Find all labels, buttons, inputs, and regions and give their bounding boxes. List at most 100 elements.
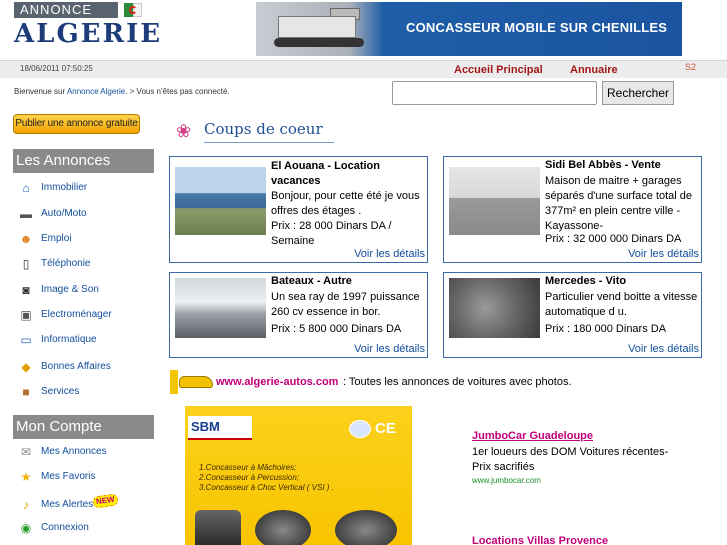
car-promo-icon (170, 370, 214, 394)
envelope-icon: ✉ (20, 445, 32, 459)
star-icon: ★ (20, 470, 32, 484)
computer-icon: ▭ (20, 333, 32, 347)
card-details-link[interactable]: Voir les détails (628, 248, 699, 260)
sidebar-item-label: Bonnes Affaires (41, 361, 111, 372)
logo-word-algerie: ALGERIE (14, 19, 163, 49)
sidebar-item-mes-alertes[interactable]: ♪ Mes Alertes NEW (18, 493, 153, 515)
card-title: El Aouana - Location vacances (271, 160, 380, 187)
algerie-autos-link[interactable]: www.algerie-autos.com (216, 376, 338, 388)
sidebar-item-label: Immobilier (41, 182, 88, 193)
house-icon: ⌂ (22, 181, 30, 195)
sidebar-item-label: Mes Annonces (41, 446, 107, 457)
sidebar-item-mes-annonces[interactable]: ✉ Mes Annonces (18, 442, 153, 462)
sbm-logo: SBM (188, 416, 252, 440)
sidebar-item-informatique[interactable]: ▭ Informatique (18, 330, 153, 350)
box-icon: ■ (22, 385, 30, 399)
new-badge: NEW (92, 493, 119, 509)
card-description: Bonjour, pour cette été je vous offres d… (271, 190, 420, 217)
sidebar-item-label: Electroménager (41, 309, 112, 320)
featured-card[interactable]: Bateaux - Autre Un sea ray de 1997 puiss… (169, 272, 428, 358)
featured-card[interactable]: Sidi Bel Abbès - Vente Maison de maitre … (443, 156, 702, 263)
card-price: Prix : 5 800 000 Dinars DA (271, 323, 402, 335)
sidebar-item-image-son[interactable]: ◙ Image & Son (18, 280, 153, 300)
sidebar-item-telephonie[interactable]: ▯ Téléphonie (18, 254, 153, 274)
login-icon: ◉ (20, 521, 32, 535)
search-input[interactable] (392, 81, 597, 105)
crusher-image (195, 510, 241, 545)
publish-ad-button[interactable]: Publier une annonce gratuite (13, 114, 140, 134)
sidebar-item-label: Image & Son (41, 284, 99, 295)
sidebar-item-label: Mes Alertes (41, 499, 94, 510)
card-price: Prix : 180 000 Dinars DA (545, 323, 667, 335)
top-bar: 18/06/2011 07:50:25 Accueil Principal An… (0, 60, 727, 78)
jumbocar-ad-text: Prix sacrifiés (472, 461, 535, 473)
jumbocar-ad-title[interactable]: JumboCar Guadeloupe (472, 430, 593, 442)
sidebar-item-mes-favoris[interactable]: ★ Mes Favoris (18, 467, 153, 487)
sidebar-heading-annonces: Les Annonces (13, 149, 154, 173)
card-title: Mercedes - Vito (545, 275, 627, 287)
card-thumbnail (175, 278, 266, 338)
crusher-machine-image (270, 8, 374, 50)
search-button[interactable]: Rechercher (602, 81, 674, 105)
appliance-icon: ▣ (20, 308, 32, 322)
site-logo[interactable]: ANNONCE ALGERIE (14, 2, 163, 49)
bell-icon: ♪ (23, 498, 29, 512)
card-price: Prix : 32 000 000 Dinars DA (545, 233, 682, 245)
sbm-product-line: 2.Concasseur à Percussion; (199, 473, 300, 482)
jumbocar-ad-url[interactable]: www.jumbocar.com (472, 476, 541, 485)
person-icon: ☻ (19, 232, 33, 246)
sbm-product-line: 1.Concasseur à Mâchoires; (199, 463, 297, 472)
sidebar-item-immobilier[interactable]: ⌂ Immobilier (18, 178, 153, 198)
welcome-message: Bienvenue sur Annonce Algerie. > Vous n'… (14, 87, 230, 96)
sidebar-item-label: Emploi (41, 233, 72, 244)
tag-icon: ◆ (21, 360, 31, 374)
sidebar-item-label: Connexion (41, 522, 89, 533)
sidebar-item-auto-moto[interactable]: ▬ Auto/Moto (18, 204, 153, 224)
sidebar-item-label: Auto/Moto (41, 208, 87, 219)
certification-seal-icon (349, 420, 371, 438)
card-details-link[interactable]: Voir les détails (354, 248, 425, 260)
camera-icon: ◙ (22, 283, 30, 297)
current-datetime: 18/06/2011 07:50:25 (20, 64, 93, 73)
card-title: Bateaux - Autre (271, 275, 352, 287)
sidebar-item-electromenager[interactable]: ▣ Electroménager (18, 305, 153, 325)
card-description: Un sea ray de 1997 puissance 260 cv esse… (271, 291, 420, 318)
sidebar-item-emploi[interactable]: ☻ Emploi (18, 229, 153, 249)
crusher-image (255, 510, 311, 545)
card-price: Prix : 28 000 Dinars DA / Semaine (271, 220, 392, 247)
card-description: Particulier vend boitte a vitesse automa… (545, 291, 698, 318)
sidebar-item-services[interactable]: ■ Services (18, 382, 153, 402)
welcome-site-link[interactable]: Annonce Algerie (67, 87, 125, 96)
sbm-product-list: 1.Concasseur à Mâchoires; 2.Concasseur à… (199, 463, 334, 493)
card-thumbnail (175, 167, 266, 235)
villas-ad-title[interactable]: Locations Villas Provence (472, 535, 608, 545)
sidebar-item-connexion[interactable]: ◉ Connexion (18, 518, 153, 538)
card-description: Maison de maitre + garages séparés d'une… (545, 175, 693, 232)
banner-text: CONCASSEUR MOBILE SUR CHENILLES (406, 20, 668, 35)
algerie-autos-description: : Toutes les annonces de voitures avec p… (343, 376, 572, 388)
nav-home-link[interactable]: Accueil Principal (454, 64, 543, 76)
sidebar-item-label: Informatique (41, 334, 97, 345)
phone-icon: ▯ (22, 257, 30, 271)
featured-card[interactable]: Mercedes - Vito Particulier vend boitte … (443, 272, 702, 358)
sidebar-heading-compte: Mon Compte (13, 415, 154, 439)
nav-directory-link[interactable]: Annuaire (570, 64, 618, 76)
welcome-prefix: Bienvenue sur (14, 87, 67, 96)
sidebar-item-bonnes-affaires[interactable]: ◆ Bonnes Affaires (18, 357, 153, 377)
section-title: Coups de coeur (204, 120, 323, 138)
card-thumbnail (449, 167, 540, 235)
welcome-suffix: . > Vous n'êtes pas connecté. (125, 87, 230, 96)
sbm-crusher-ad[interactable]: SBM CE 1.Concasseur à Mâchoires; 2.Conca… (185, 406, 412, 545)
jumbocar-ad-text: 1er loueurs des DOM Voitures récentes- (472, 446, 669, 458)
card-title: Sidi Bel Abbès - Vente (545, 159, 661, 171)
featured-card[interactable]: El Aouana - Location vacances Bonjour, p… (169, 156, 428, 263)
logo-word-annonce: ANNONCE (14, 2, 118, 18)
sbm-product-line: 3.Concasseur à Choc Vertical ( VSI ) . (199, 483, 334, 492)
top-banner-ad[interactable]: CONCASSEUR MOBILE SUR CHENILLES (256, 2, 682, 56)
card-details-link[interactable]: Voir les détails (354, 343, 425, 355)
sidebar-item-label: Services (41, 386, 80, 397)
heart-flower-icon: ❀ (176, 121, 192, 141)
sidebar-item-label: Téléphonie (41, 258, 91, 269)
card-details-link[interactable]: Voir les détails (628, 343, 699, 355)
ce-mark: CE (375, 420, 396, 437)
